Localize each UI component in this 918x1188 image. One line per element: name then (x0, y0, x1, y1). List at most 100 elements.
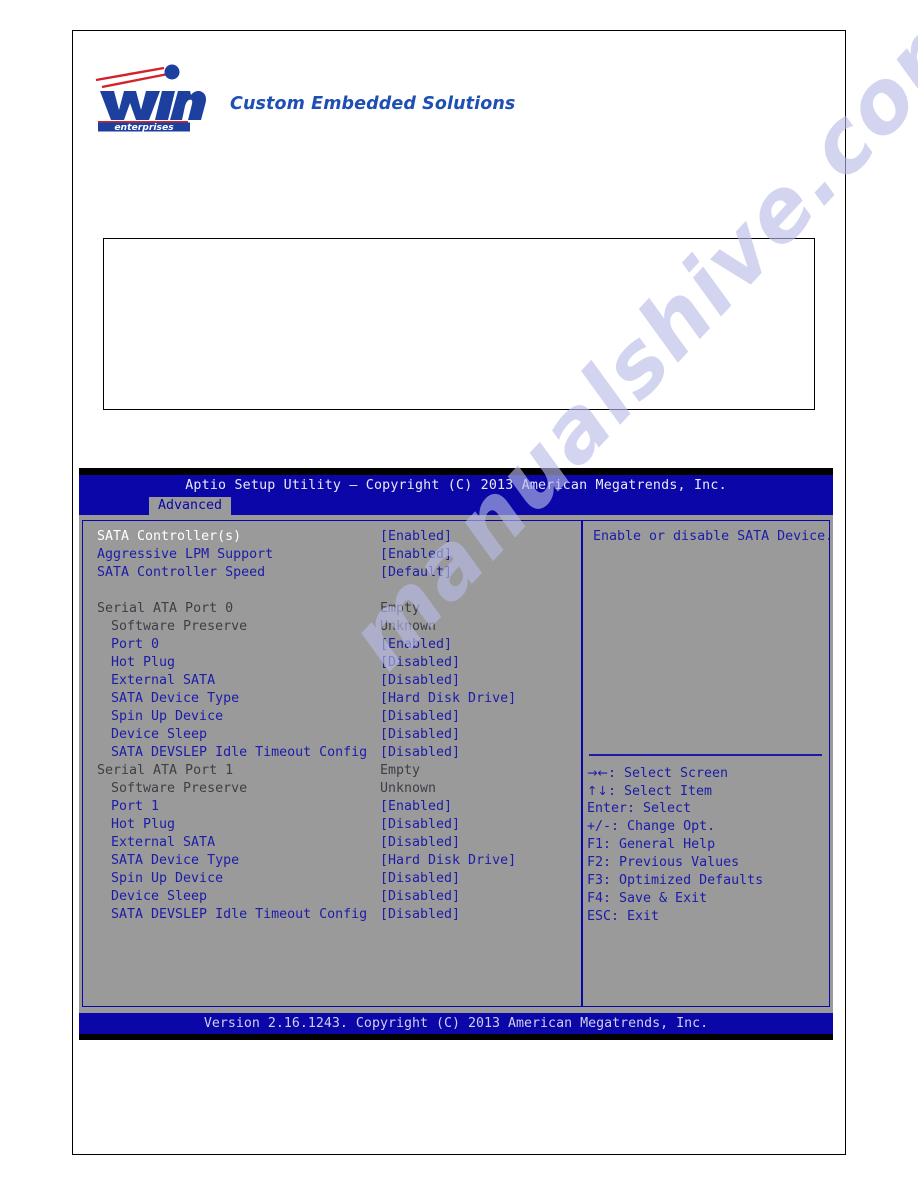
setting-value[interactable]: [Enabled] (380, 528, 452, 546)
setting-row[interactable]: External SATA [Disabled] (97, 672, 580, 690)
key-legend-row: F1: General Help (587, 836, 827, 854)
setting-value[interactable]: [Disabled] (380, 708, 460, 726)
setting-label: Aggressive LPM Support (97, 547, 274, 562)
bios-body: SATA Controller(s) [Enabled] Aggressive LP… (79, 515, 833, 1013)
key-legend-row: ESC: Exit (587, 908, 827, 926)
bios-title: Aptio Setup Utility – Copyright (C) 2013… (79, 475, 833, 497)
key-legend-text: F3: Optimized Defaults (587, 873, 764, 888)
setting-row[interactable]: Port 1 [Enabled] (97, 798, 580, 816)
setting-row[interactable]: Spin Up Device [Disabled] (97, 870, 580, 888)
bios-footer: Version 2.16.1243. Copyright (C) 2013 Am… (79, 1013, 833, 1034)
setting-value: Unknown (380, 781, 437, 796)
setting-row: Software Preserve Unknown (97, 780, 580, 798)
key-legend-text: ESC: Exit (587, 909, 660, 924)
key-legend-text: : Select Screen (607, 766, 729, 781)
setting-value[interactable]: [Disabled] (380, 888, 460, 906)
setting-value[interactable]: [Disabled] (380, 744, 460, 762)
bios-top-strip (79, 468, 833, 475)
setting-label: External SATA (111, 835, 216, 850)
help-description: Enable or disable SATA Device. (593, 529, 829, 544)
setting-row[interactable]: SATA Controller(s) [Enabled] (97, 528, 580, 546)
logo-subtext: enterprises (114, 122, 174, 132)
key-legend-text: F2: Previous Values (587, 855, 740, 870)
setting-row[interactable]: Spin Up Device [Disabled] (97, 708, 580, 726)
key-legend-text: F4: Save & Exit (587, 891, 708, 906)
setting-value[interactable]: [Disabled] (380, 816, 460, 834)
setting-value: Unknown (380, 619, 437, 634)
key-legend-row: Enter: Select (587, 800, 827, 818)
tab-advanced[interactable]: Advanced (149, 497, 232, 515)
setting-label: Software Preserve (111, 619, 248, 634)
setting-value: Empty (380, 763, 421, 778)
setting-label: Serial ATA Port 1 (97, 763, 234, 778)
setting-row[interactable]: Device Sleep [Disabled] (97, 726, 580, 744)
setting-label: Serial ATA Port 0 (97, 601, 234, 616)
setting-label: Device Sleep (111, 727, 208, 742)
help-separator (589, 754, 822, 756)
key-legend-text: F1: General Help (587, 837, 716, 852)
setting-label: SATA DEVSLEP Idle Timeout Config (111, 907, 368, 922)
arrow-keys-icon: →← (587, 765, 608, 780)
setting-row[interactable]: SATA Device Type [Hard Disk Drive] (97, 852, 580, 870)
setting-value[interactable]: [Hard Disk Drive] (380, 852, 516, 870)
setting-value[interactable]: [Disabled] (380, 672, 460, 690)
setting-value[interactable]: [Enabled] (380, 798, 452, 816)
bios-settings-list: SATA Controller(s) [Enabled] Aggressive LP… (83, 521, 580, 1006)
setting-row[interactable]: SATA DEVSLEP Idle Timeout Config [Disable… (97, 906, 580, 924)
setting-value[interactable]: [Hard Disk Drive] (380, 690, 516, 708)
setting-label: Port 0 (111, 637, 160, 652)
key-legend-row: F2: Previous Values (587, 854, 827, 872)
key-legend-text: : Select Item (607, 784, 713, 799)
arrow-keys-icon: ↑↓ (587, 783, 608, 798)
setting-value[interactable]: [Disabled] (380, 654, 460, 672)
setting-value[interactable]: [Enabled] (380, 636, 452, 654)
bios-setup-screen: Aptio Setup Utility – Copyright (C) 2013… (79, 468, 833, 1040)
setting-row[interactable]: Device Sleep [Disabled] (97, 888, 580, 906)
brand-tagline: Custom Embedded Solutions (230, 94, 516, 114)
key-legend-text: +/-: Change Opt. (587, 819, 716, 834)
bios-panes: SATA Controller(s) [Enabled] Aggressive LP… (82, 520, 830, 1007)
setting-row[interactable]: SATA Controller Speed [Default] (97, 564, 580, 582)
setting-row[interactable]: Hot Plug [Disabled] (97, 816, 580, 834)
setting-row: Software Preserve Unknown (97, 618, 580, 636)
setting-label: Port 1 (111, 799, 160, 814)
setting-value[interactable]: [Disabled] (380, 870, 460, 888)
setting-label: Spin Up Device (111, 871, 224, 886)
setting-row: Serial ATA Port 0 Empty (97, 600, 580, 618)
setting-row[interactable]: Hot Plug [Disabled] (97, 654, 580, 672)
header-logo-area: enterprises Custom Embedded Solutions (92, 58, 792, 140)
key-legend: →←: Select Screen ↑↓: Select Item Enter: S… (587, 764, 827, 926)
setting-label: SATA Device Type (111, 853, 240, 868)
setting-row[interactable]: External SATA [Disabled] (97, 834, 580, 852)
setting-label: Software Preserve (111, 781, 248, 796)
setting-value[interactable]: [Disabled] (380, 726, 460, 744)
setting-value[interactable]: [Enabled] (380, 546, 452, 564)
setting-label: SATA Controller(s) (97, 529, 242, 544)
key-legend-row: +/-: Change Opt. (587, 818, 827, 836)
key-legend-row: F3: Optimized Defaults (587, 872, 827, 890)
setting-value[interactable]: [Default] (380, 564, 452, 582)
setting-label: External SATA (111, 673, 216, 688)
bios-bottom-strip (79, 1034, 833, 1040)
content-placeholder-box (103, 238, 815, 410)
setting-label: SATA Device Type (111, 691, 240, 706)
setting-row[interactable]: Aggressive LPM Support [Enabled] (97, 546, 580, 564)
setting-row[interactable]: SATA DEVSLEP Idle Timeout Config [Disable… (97, 744, 580, 762)
setting-row[interactable]: Port 0 [Enabled] (97, 636, 580, 654)
setting-label: Hot Plug (111, 655, 176, 670)
setting-label: Device Sleep (111, 889, 208, 904)
setting-label: Spin Up Device (111, 709, 224, 724)
setting-label: Hot Plug (111, 817, 176, 832)
document-page: enterprises Custom Embedded Solutions Ap… (0, 0, 918, 1188)
bios-tab-bar: Advanced (79, 497, 833, 515)
bios-help-pane: Enable or disable SATA Device. →←: Selec… (583, 521, 829, 1006)
setting-row[interactable]: SATA Device Type [Hard Disk Drive] (97, 690, 580, 708)
setting-label: SATA DEVSLEP Idle Timeout Config (111, 745, 368, 760)
setting-row: Serial ATA Port 1 Empty (97, 762, 580, 780)
setting-value[interactable]: [Disabled] (380, 834, 460, 852)
setting-value[interactable]: [Disabled] (380, 906, 460, 924)
key-legend-text: Enter: Select (587, 801, 692, 816)
setting-value: Empty (380, 601, 421, 616)
win-enterprises-logo-icon: enterprises (95, 64, 206, 132)
